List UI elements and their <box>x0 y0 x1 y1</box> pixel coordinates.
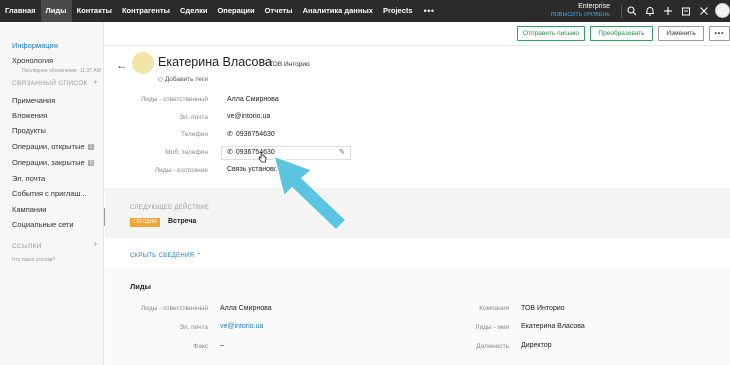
hand-cursor-icon <box>258 152 267 163</box>
chevron-up-icon: ⌃ <box>196 253 202 259</box>
detail-label-position: Должность <box>476 343 509 350</box>
today-badge: СЕГОДНЯ <box>130 218 160 227</box>
phone-number[interactable]: 0936754630 <box>236 131 275 138</box>
send-email-button[interactable]: Отправить письмо <box>517 26 585 41</box>
lead-company: • ТОВ Инторио <box>265 61 310 68</box>
detail-label-owner: Лиды - ответственный <box>141 305 208 312</box>
links-help-link[interactable]: Что такое ссылки? <box>12 257 55 263</box>
next-action-section <box>105 188 730 238</box>
sidebar-item-open-activities[interactable]: Операции, открытые 1 <box>12 142 95 151</box>
next-action-event[interactable]: Встреча <box>168 218 196 225</box>
plan-name: Enterprise <box>578 3 610 10</box>
convert-button[interactable]: Преобразовать <box>590 26 653 41</box>
field-label-mobile: Моб. телефон <box>165 149 208 156</box>
field-value-phone[interactable]: ✆ 0936754630 <box>227 130 275 138</box>
nav-home[interactable]: Главная <box>0 0 41 22</box>
detail-value-fax: – <box>220 342 224 349</box>
sidebar-item-notes[interactable]: Примечания <box>12 96 55 105</box>
calendar-icon[interactable] <box>677 0 695 22</box>
sidebar-item-campaigns[interactable]: Кампании <box>12 205 46 214</box>
sidebar-item-emails[interactable]: Эл. почта <box>12 174 45 183</box>
nav-deals[interactable]: Сделки <box>175 0 212 22</box>
sidebar-item-invited-events[interactable]: События с приглаш... <box>12 189 87 198</box>
timeline-updated-label: Последнее обновление <box>22 68 77 74</box>
lead-photo[interactable] <box>132 52 154 74</box>
field-label-email: Эл. почта <box>179 114 208 121</box>
detail-value-company: ТОВ Инторио <box>521 305 565 312</box>
open-activities-count: 1 <box>87 144 95 150</box>
closed-activities-count: 0 <box>87 160 95 166</box>
company-name: ТОВ Инторио <box>269 61 310 68</box>
related-add-icon[interactable]: + <box>93 77 98 87</box>
details-section <box>105 268 730 365</box>
plan-info: Enterprise ПОВЫСИТЬ УРОВЕНЬ <box>540 3 610 19</box>
field-label-owner: Лиды - ответственный <box>141 96 208 103</box>
sidebar-item-products[interactable]: Продукты <box>12 126 46 135</box>
detail-label-fax: Факс <box>193 343 208 350</box>
nav-icons <box>620 0 713 22</box>
phone-icon: ✆ <box>227 131 233 138</box>
bell-icon[interactable] <box>641 0 659 22</box>
add-tags-link[interactable]: ◇ Добавить теги <box>158 75 208 83</box>
header-divider <box>105 45 730 46</box>
hide-details-link[interactable]: СКРЫТЬ СВЕДЕНИЯ ⌃ <box>130 252 202 259</box>
company-separator: • <box>265 61 268 68</box>
detail-value-email[interactable]: ve@intorio.ua <box>220 323 263 330</box>
field-label-phone: Телефон <box>181 131 208 138</box>
upgrade-link[interactable]: ПОВЫСИТЬ УРОВЕНЬ <box>540 11 610 19</box>
lead-name: Екатерина Власова <box>158 55 272 69</box>
plus-icon[interactable] <box>659 0 677 22</box>
edit-button[interactable]: Изменить <box>658 26 704 41</box>
nav-analytics[interactable]: Аналитика данных <box>298 0 378 22</box>
sidebar-item-attachments[interactable]: Вложения <box>12 111 47 120</box>
mobile-number[interactable]: 0936754630 <box>236 149 275 156</box>
detail-value-lead-name: Екатерина Власова <box>521 323 585 330</box>
more-actions-button[interactable]: ••• <box>709 26 730 41</box>
detail-label-company: Компания <box>479 305 509 312</box>
field-value-mobile[interactable]: ✆ 0936754630 <box>227 148 275 156</box>
links-add-icon[interactable]: + <box>93 239 98 249</box>
annotation-arrow-icon <box>272 154 348 232</box>
sidebar-item-info[interactable]: Информация <box>12 41 58 50</box>
related-list-header: СВЯЗАННЫЙ СПИСОК <box>12 80 88 87</box>
links-header: ССЫЛКИ <box>12 243 42 250</box>
back-arrow-icon[interactable]: ← <box>116 58 128 72</box>
detail-label-email: Эл. почта <box>179 324 208 331</box>
details-section-title: Лиды <box>130 282 152 291</box>
nav-reports[interactable]: Отчеты <box>260 0 298 22</box>
user-avatar[interactable] <box>715 3 730 18</box>
nav-leads[interactable]: Лиды <box>40 0 72 22</box>
add-tags-label[interactable]: Добавить теги <box>165 76 208 83</box>
settings-icon[interactable] <box>695 0 713 22</box>
hide-details-label[interactable]: СКРЫТЬ СВЕДЕНИЯ <box>130 253 194 259</box>
detail-value-position: Директор <box>521 342 552 349</box>
detail-value-owner: Алла Смирнова <box>220 305 272 312</box>
closed-activities-label[interactable]: Операции, закрытые <box>12 158 85 167</box>
next-action-title: СЛЕДУЮЩЕЕ ДЕЙСТВИЕ <box>130 205 210 211</box>
nav-activities[interactable]: Операции <box>212 0 259 22</box>
nav-contacts[interactable]: Контакты <box>72 0 117 22</box>
sidebar-item-social[interactable]: Социальные сети <box>12 220 74 229</box>
nav-projects[interactable]: Projects <box>378 0 418 22</box>
field-value-email[interactable]: ve@intorio.ua <box>227 113 270 120</box>
sidebar-item-closed-activities[interactable]: Операции, закрытые 0 <box>12 158 95 167</box>
sidebar-item-timeline[interactable]: Хронология <box>12 56 53 65</box>
nav-more-button[interactable]: ••• <box>418 6 441 16</box>
search-icon[interactable] <box>623 0 641 22</box>
mobile-phone-icon: ✆ <box>227 149 233 156</box>
field-label-status: Лиды - состояние <box>154 167 208 174</box>
detail-label-lead-name: Лиды - имя <box>475 324 509 331</box>
field-value-owner: Алла Смирнова <box>227 96 279 103</box>
tag-icon: ◇ <box>158 76 163 83</box>
open-activities-label[interactable]: Операции, открытые <box>12 142 85 151</box>
nav-accounts[interactable]: Контрагенты <box>117 0 175 22</box>
timeline-updated-time: 11:37 AM <box>80 68 101 74</box>
